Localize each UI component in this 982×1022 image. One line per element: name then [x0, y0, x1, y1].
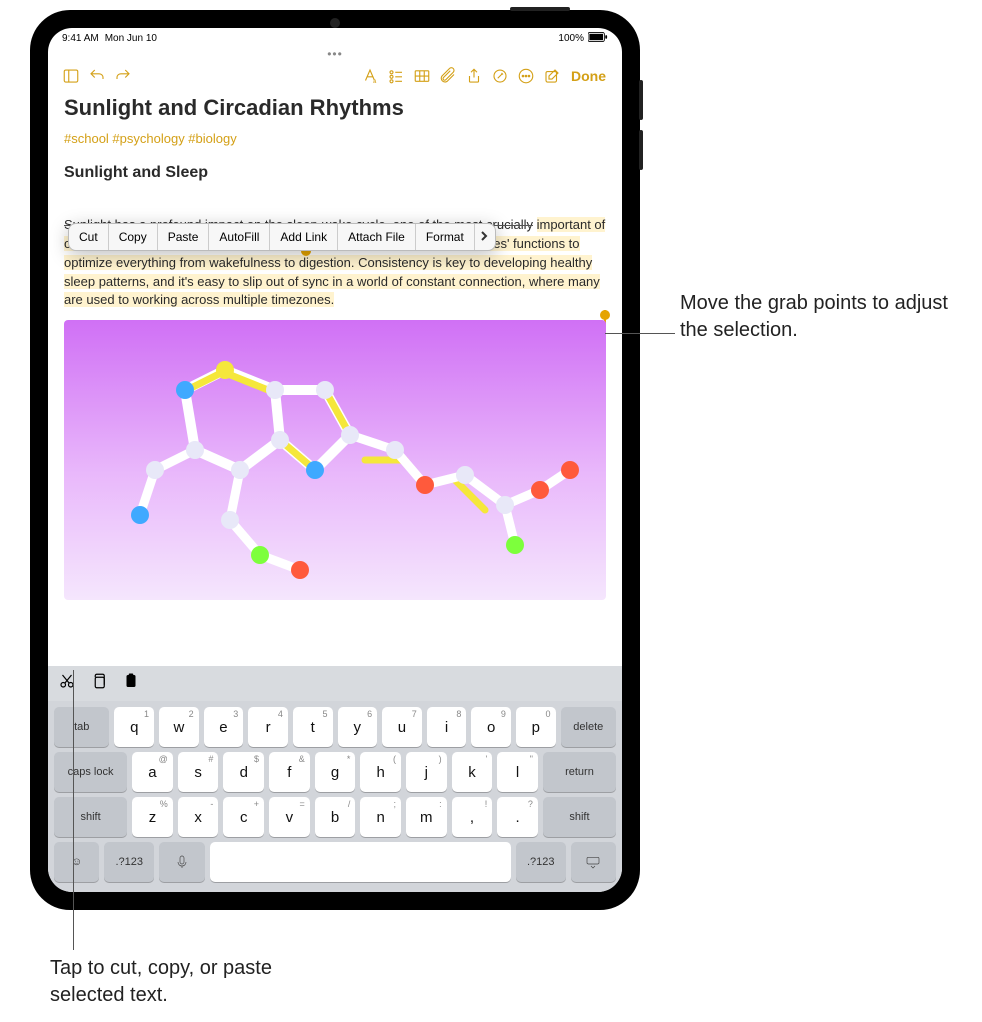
undo-icon[interactable]: [86, 65, 108, 87]
molecule-image[interactable]: [64, 320, 606, 600]
key-b[interactable]: /b: [315, 797, 356, 837]
text-context-menu: Cut Copy Paste AutoFill Add Link Attach …: [68, 223, 496, 251]
svg-text:a: a: [373, 79, 377, 85]
onscreen-keyboard: tab 1q 2w 3e 4r 5t 6y 7u 8i 9o 0p delete…: [48, 701, 622, 892]
status-date: Mon Jun 10: [105, 33, 157, 44]
key-emoji[interactable]: ☺: [54, 842, 99, 882]
cm-more-icon[interactable]: [475, 224, 495, 250]
key-j[interactable]: )j: [406, 752, 447, 792]
keyboard-shortcut-bar: [48, 666, 622, 701]
cm-paste[interactable]: Paste: [158, 224, 210, 250]
key-r[interactable]: 4r: [248, 707, 288, 747]
volume-up-button[interactable]: [639, 80, 643, 120]
key-h[interactable]: (h: [360, 752, 401, 792]
sidebar-toggle-icon[interactable]: [60, 65, 82, 87]
copy-icon[interactable]: [90, 672, 108, 695]
done-button[interactable]: Done: [567, 68, 610, 84]
key-l[interactable]: "l: [497, 752, 538, 792]
cm-addlink[interactable]: Add Link: [270, 224, 338, 250]
multitask-dots-icon[interactable]: •••: [48, 47, 622, 61]
notes-toolbar: a Done: [48, 61, 622, 95]
key-d[interactable]: $d: [223, 752, 264, 792]
key-space[interactable]: [210, 842, 511, 882]
key-p[interactable]: 0p: [516, 707, 556, 747]
key-i[interactable]: 8i: [427, 707, 467, 747]
markup-icon[interactable]: [489, 65, 511, 87]
screen: 9:41 AM Mon Jun 10 100% ••• a: [48, 28, 622, 892]
cm-autofill[interactable]: AutoFill: [209, 224, 270, 250]
key-u[interactable]: 7u: [382, 707, 422, 747]
note-content[interactable]: Sunlight and Circadian Rhythms #school #…: [48, 95, 622, 666]
key-z[interactable]: %z: [132, 797, 173, 837]
selection-grab-end[interactable]: [600, 310, 610, 320]
key-shift-left[interactable]: shift: [54, 797, 127, 837]
key-numsym-right[interactable]: .?123: [516, 842, 566, 882]
key-q[interactable]: 1q: [114, 707, 154, 747]
key-tab[interactable]: tab: [54, 707, 109, 747]
note-tags[interactable]: #school #psychology #biology: [64, 131, 606, 146]
key-period[interactable]: ?.: [497, 797, 538, 837]
redo-icon[interactable]: [112, 65, 134, 87]
key-comma[interactable]: !,: [452, 797, 493, 837]
ipad-device-frame: 9:41 AM Mon Jun 10 100% ••• a: [30, 10, 640, 910]
key-m[interactable]: :m: [406, 797, 447, 837]
table-icon[interactable]: [411, 65, 433, 87]
key-v[interactable]: =v: [269, 797, 310, 837]
battery-percent: 100%: [558, 33, 584, 44]
key-c[interactable]: +c: [223, 797, 264, 837]
more-icon[interactable]: [515, 65, 537, 87]
volume-down-button[interactable]: [639, 130, 643, 170]
key-w[interactable]: 2w: [159, 707, 199, 747]
key-return[interactable]: return: [543, 752, 616, 792]
callout-grab-line: [605, 333, 675, 334]
note-subhead[interactable]: Sunlight and Sleep: [64, 164, 606, 182]
front-camera: [330, 18, 340, 28]
key-capslock[interactable]: caps lock: [54, 752, 127, 792]
attachment-icon[interactable]: [437, 65, 459, 87]
cm-copy[interactable]: Copy: [109, 224, 158, 250]
key-hide-keyboard[interactable]: [571, 842, 616, 882]
key-o[interactable]: 9o: [471, 707, 511, 747]
battery-icon: [588, 32, 608, 45]
callout-shortcut-line: [73, 670, 74, 950]
key-f[interactable]: &f: [269, 752, 310, 792]
key-t[interactable]: 5t: [293, 707, 333, 747]
status-time: 9:41 AM: [62, 33, 99, 44]
cm-attachfile[interactable]: Attach File: [338, 224, 416, 250]
callout-grab: Move the grab points to adjust the selec…: [680, 290, 960, 344]
key-delete[interactable]: delete: [561, 707, 616, 747]
key-x[interactable]: -x: [178, 797, 219, 837]
key-a[interactable]: @a: [132, 752, 173, 792]
compose-icon[interactable]: [541, 65, 563, 87]
key-s[interactable]: #s: [178, 752, 219, 792]
key-g[interactable]: *g: [315, 752, 356, 792]
status-bar: 9:41 AM Mon Jun 10 100%: [48, 28, 622, 49]
key-e[interactable]: 3e: [204, 707, 244, 747]
note-title[interactable]: Sunlight and Circadian Rhythms: [64, 95, 606, 121]
key-numsym-left[interactable]: .?123: [104, 842, 154, 882]
format-text-icon[interactable]: a: [359, 65, 381, 87]
cm-cut[interactable]: Cut: [69, 224, 109, 250]
paste-icon[interactable]: [122, 672, 140, 695]
key-k[interactable]: 'k: [452, 752, 493, 792]
cm-format[interactable]: Format: [416, 224, 475, 250]
share-icon[interactable]: [463, 65, 485, 87]
checklist-icon[interactable]: [385, 65, 407, 87]
key-dictation[interactable]: [159, 842, 204, 882]
key-y[interactable]: 6y: [338, 707, 378, 747]
key-n[interactable]: ;n: [360, 797, 401, 837]
key-shift-right[interactable]: shift: [543, 797, 616, 837]
callout-shortcut: Tap to cut, copy, or paste selected text…: [50, 955, 330, 1009]
power-button[interactable]: [510, 7, 570, 11]
